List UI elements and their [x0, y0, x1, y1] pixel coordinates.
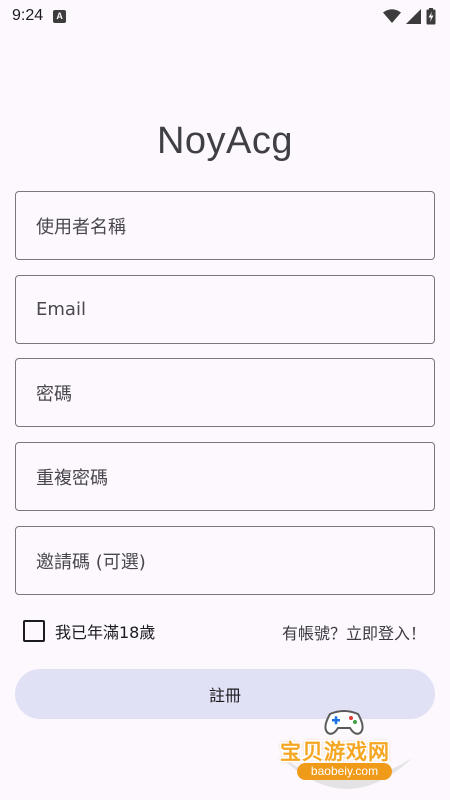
watermark-url: baobeiy.com [297, 763, 392, 780]
battery-charging-icon [426, 7, 436, 24]
repeat-password-field[interactable]: 重複密碼 [15, 442, 435, 511]
watermark-text: 宝贝游戏网 [280, 740, 390, 764]
status-right [383, 7, 436, 25]
repeat-password-placeholder: 重複密碼 [36, 467, 108, 489]
notification-a-icon: A [53, 9, 67, 23]
email-field[interactable]: Email [15, 275, 435, 344]
age-checkbox[interactable] [23, 620, 45, 642]
wifi-icon [383, 9, 401, 23]
gamepad-icon [324, 710, 364, 735]
email-placeholder: Email [36, 299, 86, 320]
status-bar: 9:24 A [0, 0, 450, 32]
app-title: NoyAcg [156, 120, 294, 162]
status-time: 9:24 [12, 7, 44, 24]
age-checkbox-label[interactable]: 我已年滿18歲 [55, 619, 155, 643]
age-confirm-row[interactable]: 我已年滿18歲 [23, 619, 155, 643]
password-field[interactable]: 密碼 [15, 358, 435, 427]
status-left: 9:24 A [12, 7, 67, 25]
password-placeholder: 密碼 [36, 383, 72, 405]
watermark-logo: 宝贝游戏网 baobeiy.com [272, 700, 422, 795]
invite-code-field[interactable]: 邀請碼 (可選) [15, 526, 435, 595]
username-field[interactable]: 使用者名稱 [15, 191, 435, 260]
invite-code-placeholder: 邀請碼 (可選) [36, 551, 146, 573]
register-button-label: 註冊 [208, 686, 241, 705]
username-placeholder: 使用者名稱 [36, 216, 126, 238]
signal-icon [406, 8, 421, 24]
login-link[interactable]: 有帳號？立即登入！ [282, 620, 426, 644]
